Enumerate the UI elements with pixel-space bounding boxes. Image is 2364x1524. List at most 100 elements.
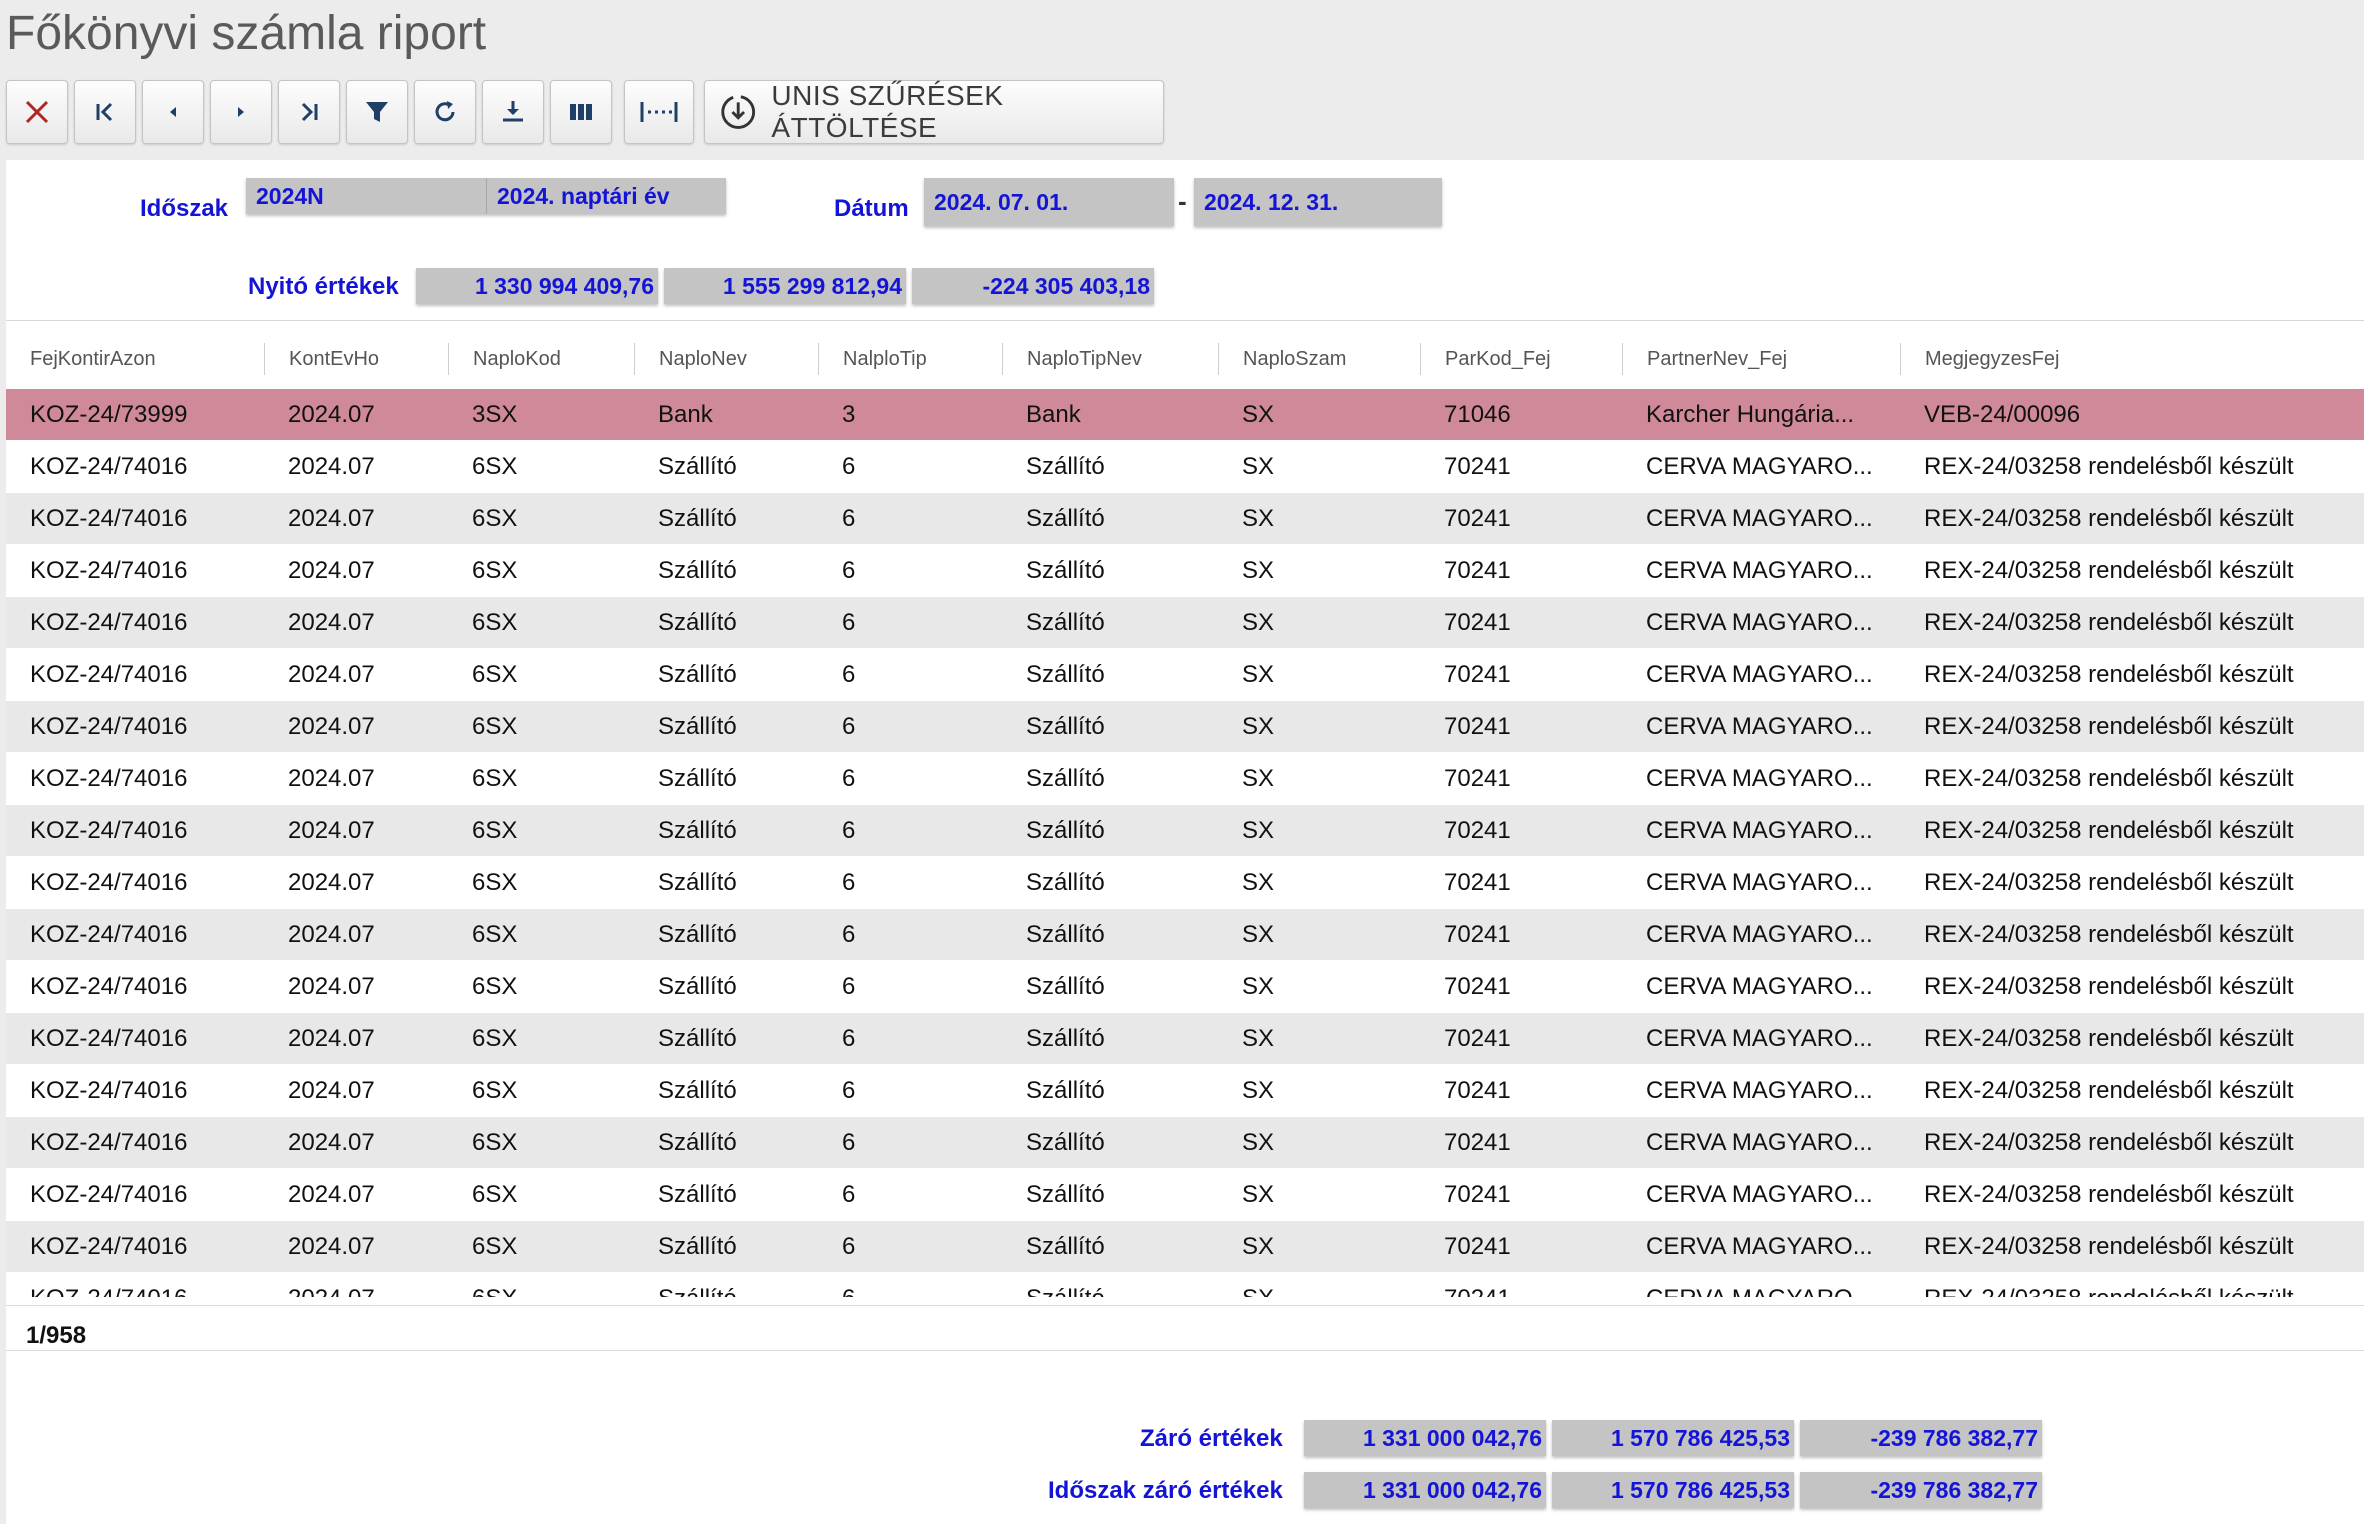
table-cell: 6SX xyxy=(472,557,518,584)
table-cell: SX xyxy=(1242,1233,1275,1260)
opening-values-label: Nyitó értékek xyxy=(248,273,399,300)
table-cell: SX xyxy=(1242,401,1275,428)
table-cell: 2024.07 xyxy=(288,401,375,428)
table-cell: CERVA MAGYARO... xyxy=(1646,1233,1873,1260)
table-cell: 6SX xyxy=(472,817,518,844)
table-cell: 2024.07 xyxy=(288,765,375,792)
table-cell: 6 xyxy=(842,765,856,792)
table-cell: KOZ-24/74016 xyxy=(30,973,188,1000)
table-row[interactable]: KOZ-24/740162024.076SXSzállító6SzállítóS… xyxy=(6,909,2364,961)
table-cell: 6 xyxy=(842,1129,856,1156)
table-row[interactable]: KOZ-24/740162024.076SXSzállító6SzállítóS… xyxy=(6,1013,2364,1065)
table-row[interactable]: KOZ-24/740162024.076SXSzállító6SzállítóS… xyxy=(6,961,2364,1013)
filter-button[interactable] xyxy=(346,80,408,144)
table-cell: 6SX xyxy=(472,1233,518,1260)
table-cell: KOZ-24/74016 xyxy=(30,453,188,480)
table-cell: KOZ-24/74016 xyxy=(6,1273,264,1297)
table-row[interactable]: KOZ-24/740162024.076SXSzállító6SzállítóS… xyxy=(6,805,2364,857)
table-row[interactable]: KOZ-24/740162024.076SXSzállító6SzállítóS… xyxy=(6,753,2364,805)
opening-value-1: 1 330 994 409,76 xyxy=(416,268,658,304)
grid-rows: KOZ-24/73999 2024.07 3SX Bank 3 Bank SX 71046 Ka… xyxy=(6,389,2364,1297)
column-header[interactable]: NaploNev xyxy=(634,343,747,375)
refresh-button[interactable] xyxy=(414,80,476,144)
table-cell: SX xyxy=(1242,661,1275,688)
table-cell: Szállító xyxy=(658,765,737,792)
unis-transfer-filters-button[interactable]: UNIS SZŰRÉSEK ÁTTÖLTÉSE xyxy=(704,80,1164,144)
table-row[interactable]: KOZ-24/740162024.076SXSzállító6SzállítóS… xyxy=(6,597,2364,649)
column-header[interactable]: MegjegyzesFej xyxy=(1900,343,2060,375)
download-button[interactable] xyxy=(482,80,544,144)
table-cell: SX xyxy=(1242,765,1275,792)
table-row[interactable]: KOZ-24/740162024.076SXSzállító6SzállítóS… xyxy=(6,649,2364,701)
table-cell: CERVA MAGYARO... xyxy=(1646,765,1873,792)
table-cell: 2024.07 xyxy=(288,973,375,1000)
table-cell: Szállító xyxy=(658,1181,737,1208)
table-cell: 70241 xyxy=(1444,817,1511,844)
table-row[interactable]: KOZ-24/740162024.076SXSzállító6SzállítóS… xyxy=(6,545,2364,597)
column-header[interactable]: NalploTip xyxy=(818,343,927,375)
table-cell: REX-24/03258 rendelésből készült xyxy=(1924,973,2294,1000)
table-cell: SX xyxy=(1242,817,1275,844)
period-closing-values-label: Időszak záró értékek xyxy=(1048,1477,1283,1504)
table-cell: REX-24/03258 rendelésből készült xyxy=(1900,1273,2364,1297)
period-code: 2024N xyxy=(246,178,487,214)
table-cell: Szállító xyxy=(658,1129,737,1156)
table-row[interactable]: KOZ-24/740162024.076SXSzállító6SzállítóS… xyxy=(6,441,2364,493)
table-row[interactable]: KOZ-24/740162024.076SXSzállító6SzállítóS… xyxy=(6,493,2364,545)
table-cell: 70241 xyxy=(1444,557,1511,584)
table-cell: 2024.07 xyxy=(264,1273,448,1297)
table-cell: 2024.07 xyxy=(288,1129,375,1156)
table-cell: 6 xyxy=(842,1077,856,1104)
table-cell: 70241 xyxy=(1444,661,1511,688)
column-header[interactable]: KontEvHo xyxy=(264,343,379,375)
period-name: 2024. naptári év xyxy=(497,183,670,209)
table-cell: Szállító xyxy=(1026,1077,1105,1104)
columns-button[interactable] xyxy=(550,80,612,144)
table-cell: Szállító xyxy=(1026,1129,1105,1156)
table-cell: Szállító xyxy=(634,1273,818,1297)
date-to-field[interactable]: 2024. 12. 31. xyxy=(1194,178,1442,226)
column-header[interactable]: NaploTipNev xyxy=(1002,343,1142,375)
last-record-button[interactable] xyxy=(278,80,340,144)
table-cell: KOZ-24/74016 xyxy=(30,1233,188,1260)
table-row[interactable]: KOZ-24/740162024.076SXSzállító6SzállítóS… xyxy=(6,701,2364,753)
table-cell: REX-24/03258 rendelésből készült xyxy=(1924,609,2294,636)
table-cell: CERVA MAGYARO... xyxy=(1646,453,1873,480)
table-cell: 6SX xyxy=(472,609,518,636)
column-header[interactable]: PartnerNev_Fej xyxy=(1622,343,1787,375)
next-record-button[interactable] xyxy=(210,80,272,144)
table-row[interactable]: KOZ-24/740162024.076SXSzállító6SzállítóS… xyxy=(6,1221,2364,1273)
table-row[interactable]: KOZ-24/740162024.076SXSzállító6SzállítóS… xyxy=(6,1065,2364,1117)
period-field[interactable]: 2024N 2024. naptári év xyxy=(246,178,726,214)
column-header[interactable]: ParKod_Fej xyxy=(1420,343,1551,375)
table-cell: REX-24/03258 rendelésből készült xyxy=(1924,921,2294,948)
table-row[interactable]: KOZ-24/740162024.076SXSzállító6SzállítóS… xyxy=(6,857,2364,909)
table-cell: Szállító xyxy=(1026,505,1105,532)
table-cell: 6SX xyxy=(472,1077,518,1104)
previous-record-button[interactable] xyxy=(142,80,204,144)
pager: 1/958 xyxy=(6,1305,2364,1351)
closing-values-label: Záró értékek xyxy=(1140,1425,1283,1452)
column-header[interactable]: NaploSzam xyxy=(1218,343,1346,375)
table-cell: 2024.07 xyxy=(288,1233,375,1260)
table-row[interactable]: KOZ-24/740162024.076SXSzállító6SzállítóS… xyxy=(6,1117,2364,1169)
column-header[interactable]: NaploKod xyxy=(448,343,561,375)
column-header[interactable]: FejKontirAzon xyxy=(6,343,156,375)
table-row[interactable]: KOZ-24/740162024.076SXSzállító6SzállítóS… xyxy=(6,1273,2364,1297)
table-cell: SX xyxy=(1242,505,1275,532)
period-closing-value-3: -239 786 382,77 xyxy=(1800,1472,2042,1508)
triangle-left-icon xyxy=(170,107,176,117)
table-cell: SX xyxy=(1242,1025,1275,1052)
table-cell: REX-24/03258 rendelésből készült xyxy=(1924,505,2294,532)
table-cell: Szállító xyxy=(1026,609,1105,636)
date-from-field[interactable]: 2024. 07. 01. xyxy=(924,178,1174,226)
table-cell: 2024.07 xyxy=(288,1077,375,1104)
table-row[interactable]: KOZ-24/740162024.076SXSzállító6SzállítóS… xyxy=(6,1169,2364,1221)
close-button[interactable] xyxy=(6,80,68,144)
table-row[interactable]: KOZ-24/73999 2024.07 3SX Bank 3 Bank SX 71046 Ka… xyxy=(6,389,2364,441)
first-record-button[interactable] xyxy=(74,80,136,144)
table-cell: 70241 xyxy=(1444,609,1511,636)
table-cell: Szállító xyxy=(1026,869,1105,896)
column-width-button[interactable] xyxy=(624,80,694,144)
table-cell: 6 xyxy=(842,973,856,1000)
